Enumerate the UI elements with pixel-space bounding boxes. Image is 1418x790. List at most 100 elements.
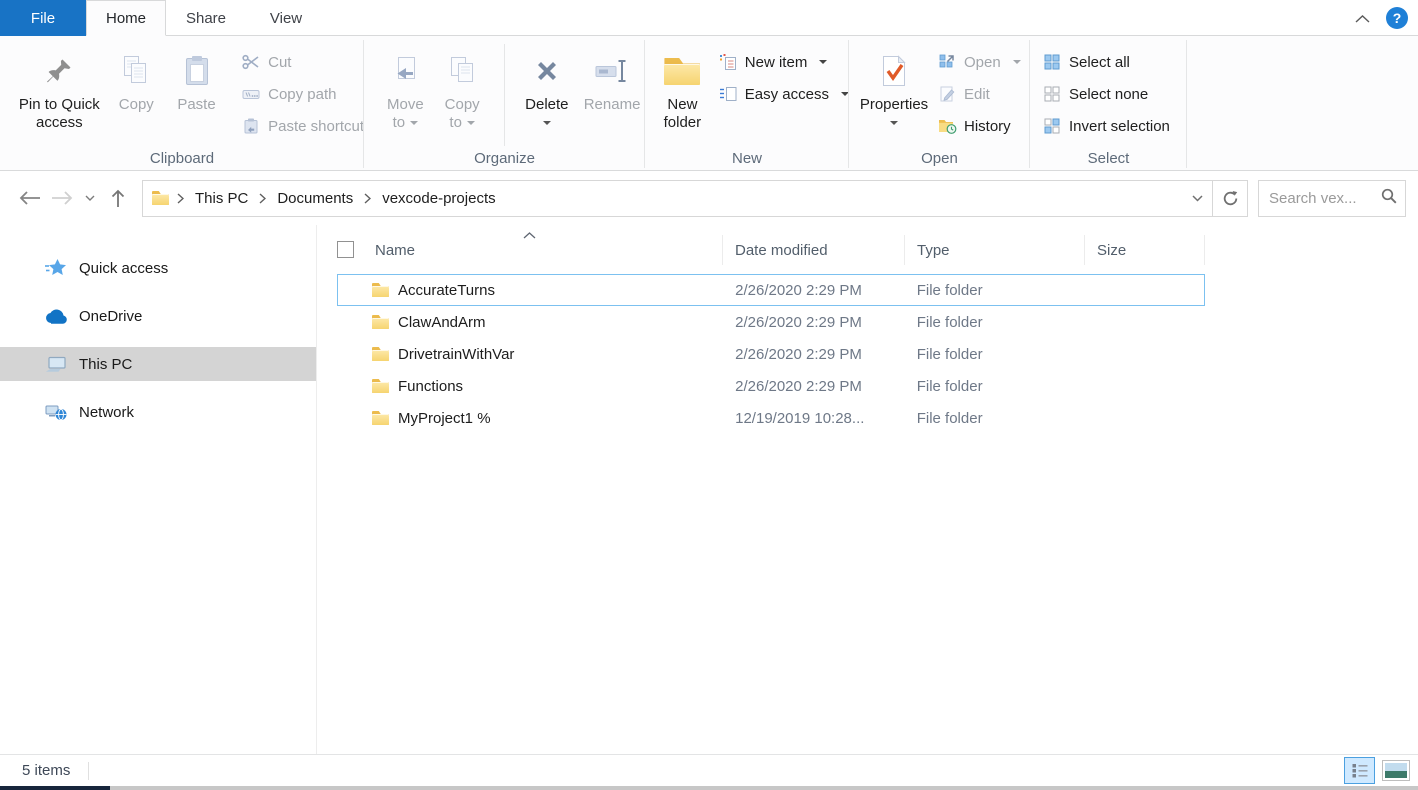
breadcrumb-vexcode-projects[interactable]: vexcode-projects [373,181,504,216]
breadcrumb-documents[interactable]: Documents [268,181,362,216]
cut-button[interactable]: Cut [241,46,364,78]
rename-button[interactable]: Rename [579,44,645,114]
column-header-date-modified[interactable]: Date modified [723,235,905,265]
file-name: Functions [398,378,463,395]
file-row-drivetrainwithvar[interactable]: DrivetrainWithVar 2/26/2020 2:29 PM File… [337,338,1205,370]
file-row-accurateturns[interactable]: AccurateTurns 2/26/2020 2:29 PM File fol… [337,274,1205,306]
column-header-type[interactable]: Type [905,235,1085,265]
file-date: 12/19/2019 10:28... [723,410,905,427]
breadcrumb: This PC Documents vexcode-projects [143,181,505,216]
forward-button[interactable] [46,182,78,214]
file-type: File folder [905,314,1085,331]
ribbon-group-clipboard: Pin to Quick access Copy [0,36,364,170]
recent-locations-chevron[interactable] [78,182,102,214]
divider [504,44,505,146]
breadcrumb-chevron-icon[interactable] [257,193,268,204]
details-view-button[interactable] [1344,757,1375,784]
rename-icon [595,46,629,96]
ribbon-group-select: Select all Select none Invert selection … [1030,36,1187,170]
breadcrumb-chevron-icon[interactable] [175,193,186,204]
delete-button[interactable]: Delete [521,44,574,132]
file-date: 2/26/2020 2:29 PM [723,282,905,299]
sidebar-item-this-pc[interactable]: This PC [0,347,316,381]
file-type: File folder [905,282,1085,299]
column-header-name[interactable]: Name [337,235,723,265]
properties-button[interactable]: Properties [863,44,925,132]
search-box [1258,180,1406,217]
open-button[interactable]: Open [937,46,1021,78]
folder-icon [372,379,389,393]
paste-button[interactable]: Paste [170,44,223,114]
paste-shortcut-icon [241,118,261,134]
group-label-select: Select [1030,150,1187,167]
history-button[interactable]: History [937,110,1021,142]
dropdown-caret [467,121,475,125]
search-icon[interactable] [1381,188,1397,208]
paste-shortcut-button[interactable]: Paste shortcut [241,110,364,142]
address-bar[interactable]: This PC Documents vexcode-projects [142,180,1248,217]
cut-icon [241,54,261,70]
pin-icon [44,46,74,96]
bottom-edge [0,786,1418,790]
dropdown-caret [410,121,418,125]
file-type: File folder [905,410,1085,427]
ribbon-group-open: Properties Open Edit [849,36,1030,170]
file-row-clawandarm[interactable]: ClawAndArm 2/26/2020 2:29 PM File folder [337,306,1205,338]
sidebar-item-network[interactable]: Network [0,395,316,429]
breadcrumb-this-pc[interactable]: This PC [186,181,257,216]
tabstrip-controls: ? [1355,0,1408,36]
main-area: Quick access OneDrive This PC Network [0,225,1418,754]
file-row-functions[interactable]: Functions 2/26/2020 2:29 PM File folder [337,370,1205,402]
edit-button[interactable]: Edit [937,78,1021,110]
select-all-icon [1042,54,1062,70]
search-input[interactable] [1269,190,1381,207]
file-date: 2/26/2020 2:29 PM [723,346,905,363]
new-item-button[interactable]: New item [718,46,849,78]
group-label-clipboard: Clipboard [0,150,364,167]
file-row-myproject1[interactable]: MyProject1 % 12/19/2019 10:28... File fo… [337,402,1205,434]
sidebar-item-onedrive[interactable]: OneDrive [0,299,316,333]
dropdown-caret [1013,60,1021,64]
status-bar: 5 items [0,754,1418,786]
thumbnail-view-button[interactable] [1382,760,1410,781]
select-all-button[interactable]: Select all [1042,46,1170,78]
delete-icon [534,46,560,96]
invert-selection-icon [1042,118,1062,134]
folder-icon [372,347,389,361]
dropdown-caret [543,121,551,125]
quick-access-icon [44,258,68,278]
properties-icon [881,46,907,96]
open-icon [937,54,957,70]
column-header-size[interactable]: Size [1085,235,1205,265]
invert-selection-button[interactable]: Invert selection [1042,110,1170,142]
breadcrumb-chevron-icon[interactable] [362,193,373,204]
copy-to-button[interactable]: Copy to [437,44,488,132]
select-none-button[interactable]: Select none [1042,78,1170,110]
back-button[interactable] [14,182,46,214]
file-date: 2/26/2020 2:29 PM [723,314,905,331]
address-dropdown-chevron[interactable] [1182,181,1212,216]
refresh-button[interactable] [1213,181,1247,216]
file-name: ClawAndArm [398,314,486,331]
this-pc-icon [44,355,68,374]
pin-to-quick-access-button[interactable]: Pin to Quick access [16,44,103,132]
new-folder-button[interactable]: New folder [657,44,708,132]
minimize-ribbon-icon[interactable] [1355,10,1370,27]
address-folder-icon [143,181,175,216]
move-to-button[interactable]: Move to [380,44,431,132]
column-headers: Name Date modified Type Size [337,235,1205,265]
file-type: File folder [905,346,1085,363]
tab-view[interactable]: View [246,0,326,36]
dropdown-caret [890,121,898,125]
help-button[interactable]: ? [1386,7,1408,29]
tab-share[interactable]: Share [166,0,246,36]
copy-button[interactable]: Copy [111,44,162,114]
tab-home[interactable]: Home [86,0,166,36]
up-button[interactable] [102,182,134,214]
sidebar-item-quick-access[interactable]: Quick access [0,251,316,285]
divider [88,762,89,780]
copy-path-button[interactable]: Copy path [241,78,364,110]
select-all-checkbox[interactable] [337,241,354,258]
easy-access-button[interactable]: Easy access [718,78,849,110]
tab-file[interactable]: File [0,0,86,36]
